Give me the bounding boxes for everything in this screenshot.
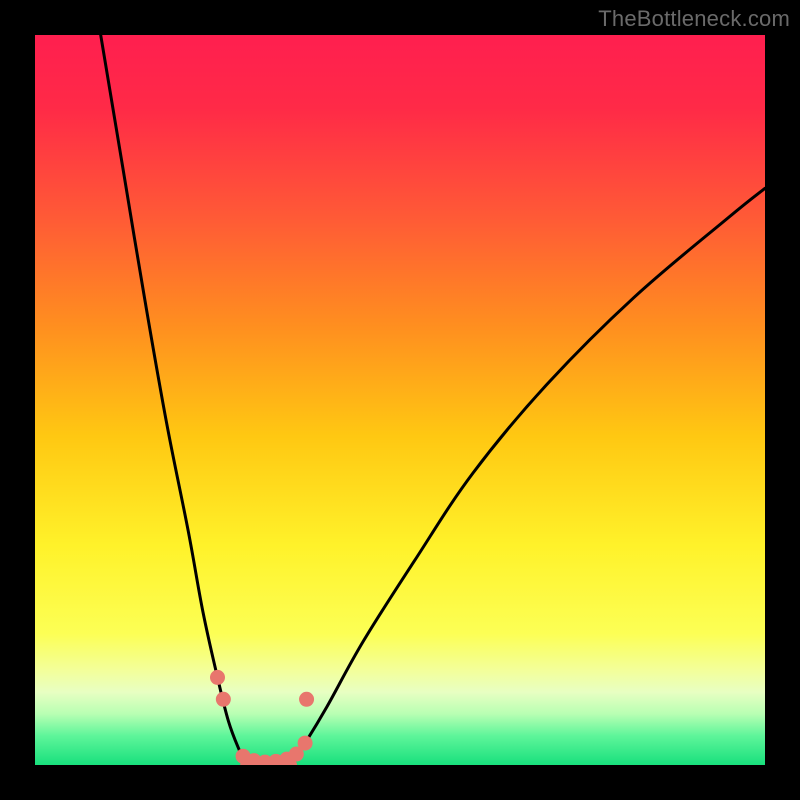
series-right-branch — [291, 188, 766, 765]
chart-curves — [35, 35, 765, 765]
watermark-text: TheBottleneck.com — [598, 6, 790, 32]
marker-point — [216, 692, 231, 707]
marker-point — [298, 736, 313, 751]
chart-frame: TheBottleneck.com — [0, 0, 800, 800]
marker-point — [299, 692, 314, 707]
plot-area — [35, 35, 765, 765]
marker-point — [210, 670, 225, 685]
series-left-branch — [101, 35, 247, 765]
